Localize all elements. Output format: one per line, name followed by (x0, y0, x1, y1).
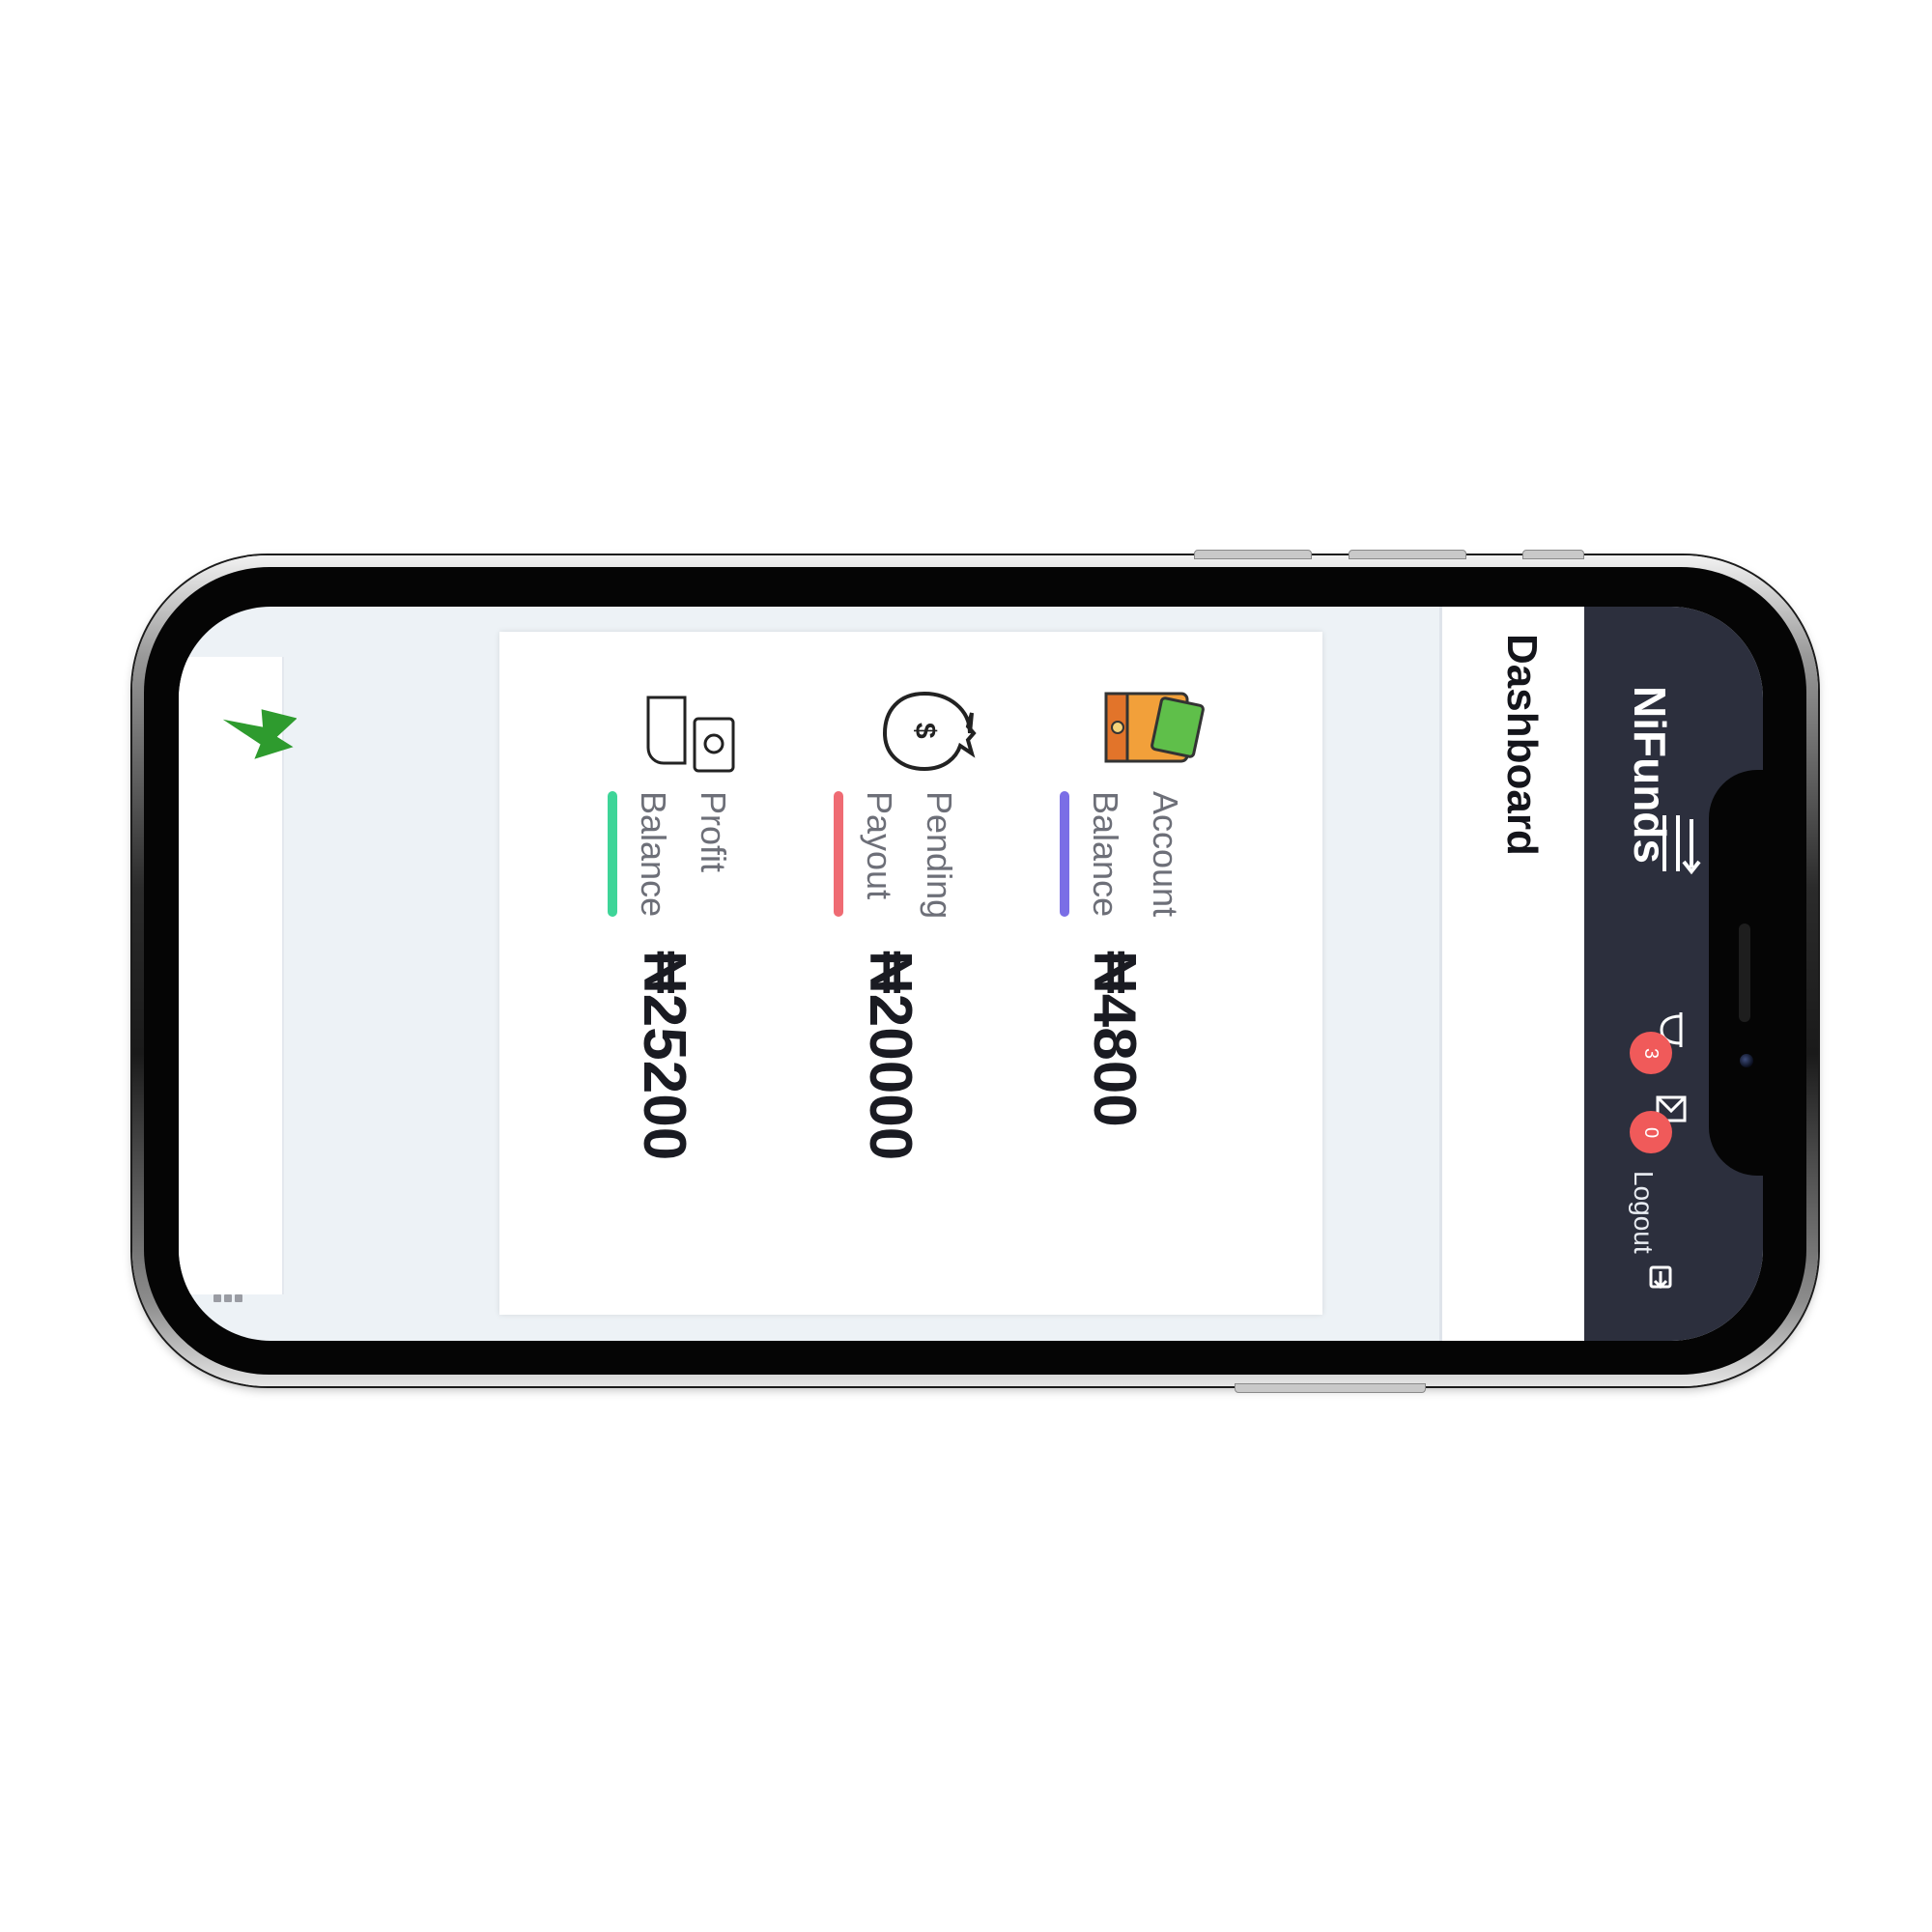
app-screen: Account Balance ₦4800 $ Pending Payout ₦… (179, 607, 1763, 1341)
message-badge: 0 (1630, 1111, 1672, 1153)
profit-balance-accent-bar (608, 791, 617, 917)
more-options-icon[interactable] (213, 1290, 246, 1302)
notification-badge: 3 (1630, 1032, 1672, 1074)
volume-up-button (1194, 550, 1312, 559)
stats-card: Account Balance ₦4800 $ Pending Payout ₦… (499, 632, 1322, 1315)
logout-icon[interactable] (1645, 1262, 1676, 1293)
front-camera (1740, 1054, 1753, 1067)
wallet-icon (1104, 692, 1205, 763)
lightning-bolt-icon[interactable] (219, 705, 297, 763)
power-button (1235, 1383, 1426, 1393)
svg-text:$: $ (909, 723, 941, 739)
phone-notch (1709, 770, 1767, 1176)
hand-cash-icon (646, 696, 735, 773)
account-balance-accent-bar (1060, 791, 1069, 917)
side-panel (179, 657, 297, 1302)
mute-switch (1522, 550, 1584, 559)
money-bag-icon: $ (882, 691, 977, 772)
volume-down-button (1349, 550, 1466, 559)
pending-payout-accent-bar (834, 791, 843, 917)
earpiece-speaker (1739, 923, 1750, 1022)
menu-toggle-icon[interactable] (1657, 810, 1701, 877)
